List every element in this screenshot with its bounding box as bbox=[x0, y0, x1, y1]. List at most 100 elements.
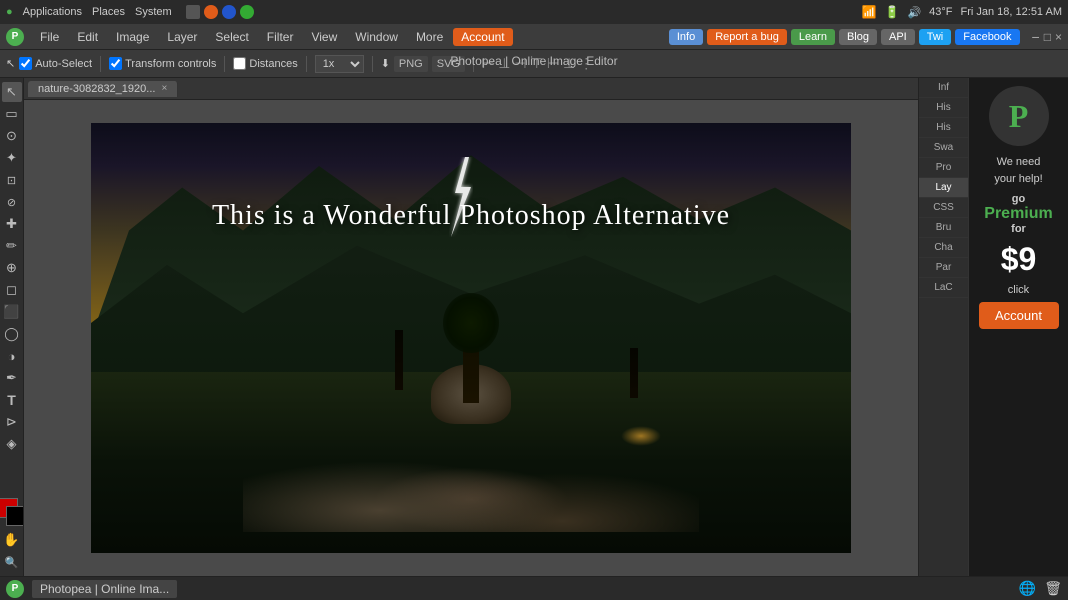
ad-account-button[interactable]: Account bbox=[979, 302, 1059, 329]
panel-tab-par[interactable]: Par bbox=[919, 258, 968, 278]
panel-tab-cha[interactable]: Cha bbox=[919, 238, 968, 258]
tool-heal[interactable]: ✚ bbox=[2, 214, 22, 234]
menu-view[interactable]: View bbox=[303, 28, 345, 46]
win-min[interactable]: − bbox=[1032, 29, 1040, 45]
places-menu[interactable]: Places bbox=[92, 6, 125, 18]
tool-eraser[interactable]: ◻ bbox=[2, 280, 22, 300]
toolbar-sep-1 bbox=[100, 56, 101, 72]
status-icon-2: 🗑 bbox=[1044, 580, 1062, 597]
tool-lasso[interactable]: ⊙ bbox=[2, 126, 22, 146]
ad-headline: We need your help! bbox=[994, 154, 1042, 187]
main-area: ↖ ▭ ⊙ ✦ ⊡ ⊘ ✚ ✏ ⊕ ◻ ⬛ ◯ ◑ ✒ T ⊳ ◈ ✋ 🔍 na… bbox=[0, 78, 1068, 576]
png-btn[interactable]: PNG bbox=[394, 56, 428, 72]
menu-file[interactable]: File bbox=[32, 28, 67, 46]
ad-logo-letter: P bbox=[1009, 98, 1029, 135]
status-bar: P Photopea | Online Ima... 🌐 🗑 bbox=[0, 576, 1068, 600]
tool-dodge[interactable]: ◑ bbox=[2, 346, 22, 366]
panel-tab-lac[interactable]: LaC bbox=[919, 278, 968, 298]
menu-filter[interactable]: Filter bbox=[259, 28, 302, 46]
panel-tab-lay[interactable]: Lay bbox=[919, 178, 968, 198]
app-logo: P bbox=[6, 28, 24, 46]
tool-move[interactable]: ↖ bbox=[2, 82, 22, 102]
menu-right-buttons: Info Report a bug Learn Blog API Twi Fac… bbox=[669, 29, 1062, 45]
canvas-container: This is a Wonderful Photoshop Alternativ… bbox=[24, 100, 918, 576]
tool-marquee[interactable]: ▭ bbox=[2, 104, 22, 124]
applications-menu[interactable]: Applications bbox=[23, 6, 82, 18]
tool-crop[interactable]: ⊡ bbox=[2, 170, 22, 190]
panel-tab-bru[interactable]: Bru bbox=[919, 218, 968, 238]
tool-hand[interactable]: ✋ bbox=[2, 530, 22, 550]
facebook-btn[interactable]: Facebook bbox=[955, 29, 1019, 45]
menu-bar: P File Edit Image Layer Select Filter Vi… bbox=[0, 24, 1068, 50]
status-right: 🌐 🗑 bbox=[1019, 580, 1062, 597]
win-max[interactable]: □ bbox=[1044, 30, 1051, 44]
tool-pen[interactable]: ✒ bbox=[2, 368, 22, 388]
ad-go-label: go bbox=[984, 193, 1052, 205]
tool-brush[interactable]: ✏ bbox=[2, 236, 22, 256]
panel-tab-his1[interactable]: His bbox=[919, 98, 968, 118]
panel-tab-his2[interactable]: His bbox=[919, 118, 968, 138]
ad-click-label: click bbox=[1008, 284, 1029, 296]
taskbar-item[interactable]: Photopea | Online Ima... bbox=[32, 580, 177, 598]
menu-layer[interactable]: Layer bbox=[159, 28, 205, 46]
ad-logo: P bbox=[989, 86, 1049, 146]
tree-left bbox=[395, 330, 403, 390]
tool-clone[interactable]: ⊕ bbox=[2, 258, 22, 278]
twitter-btn[interactable]: Twi bbox=[919, 29, 952, 45]
zoom-select[interactable]: 1x 2x 0.5x bbox=[315, 55, 364, 73]
datetime: Fri Jan 18, 12:51 AM bbox=[961, 6, 1063, 18]
menu-edit[interactable]: Edit bbox=[69, 28, 106, 46]
learn-btn[interactable]: Learn bbox=[791, 29, 835, 45]
report-bug-btn[interactable]: Report a bug bbox=[707, 29, 787, 45]
tool-path[interactable]: ⊳ bbox=[2, 412, 22, 432]
taskbar-icon[interactable]: P bbox=[6, 580, 24, 598]
system-menu[interactable]: System bbox=[135, 6, 172, 18]
system-bar: ● Applications Places System 📶 🔋 🔊 43°F … bbox=[0, 0, 1068, 24]
panel-tab-swa[interactable]: Swa bbox=[919, 138, 968, 158]
background-color[interactable] bbox=[6, 506, 25, 526]
ad-for-label: for bbox=[984, 223, 1052, 235]
distances-checkbox[interactable] bbox=[233, 57, 246, 70]
canvas-overlay-text: This is a Wonderful Photoshop Alternativ… bbox=[91, 200, 851, 232]
auto-select-checkbox[interactable] bbox=[19, 57, 32, 70]
system-bar-right: 📶 🔋 🔊 43°F Fri Jan 18, 12:51 AM bbox=[862, 5, 1062, 19]
blog-btn[interactable]: Blog bbox=[839, 29, 877, 45]
color-fg-bg[interactable] bbox=[0, 498, 24, 526]
tool-fill[interactable]: ⬛ bbox=[2, 302, 22, 322]
tool-shape[interactable]: ◈ bbox=[2, 434, 22, 454]
menu-select[interactable]: Select bbox=[207, 28, 256, 46]
right-panels: Inf His His Swa Pro Lay CSS Bru Cha Par … bbox=[918, 78, 968, 576]
tool-text[interactable]: T bbox=[2, 390, 22, 410]
canvas-image[interactable]: This is a Wonderful Photoshop Alternativ… bbox=[91, 123, 851, 553]
temperature: 43°F bbox=[929, 6, 952, 18]
panel-tab-pro[interactable]: Pro bbox=[919, 158, 968, 178]
tab-label: nature-3082832_1920... bbox=[38, 83, 155, 95]
toolbar-sep-2 bbox=[224, 56, 225, 72]
info-btn[interactable]: Info bbox=[669, 29, 703, 45]
auto-select-label[interactable]: Auto-Select bbox=[19, 57, 92, 70]
transform-controls-label[interactable]: Transform controls bbox=[109, 57, 216, 70]
distances-label[interactable]: Distances bbox=[233, 57, 297, 70]
menu-image[interactable]: Image bbox=[108, 28, 157, 46]
download-icon: ⬇ bbox=[381, 57, 390, 70]
tab-close-btn[interactable]: × bbox=[161, 83, 167, 94]
win-close[interactable]: × bbox=[1055, 30, 1062, 44]
ad-premium-label: Premium bbox=[984, 205, 1052, 223]
tool-zoom[interactable]: 🔍 bbox=[2, 552, 22, 572]
transform-controls-checkbox[interactable] bbox=[109, 57, 122, 70]
status-left: P Photopea | Online Ima... bbox=[6, 580, 177, 598]
api-btn[interactable]: API bbox=[881, 29, 915, 45]
tool-eyedropper[interactable]: ⊘ bbox=[2, 192, 22, 212]
tab-nature[interactable]: nature-3082832_1920... × bbox=[28, 81, 178, 97]
menu-account[interactable]: Account bbox=[453, 28, 512, 46]
system-bar-left: ● Applications Places System bbox=[6, 5, 254, 19]
panel-tab-inf[interactable]: Inf bbox=[919, 78, 968, 98]
menu-more[interactable]: More bbox=[408, 28, 451, 46]
menu-window[interactable]: Window bbox=[347, 28, 406, 46]
toolbar-sep-4 bbox=[372, 56, 373, 72]
tool-magic-wand[interactable]: ✦ bbox=[2, 148, 22, 168]
panel-tab-css[interactable]: CSS bbox=[919, 198, 968, 218]
tool-blur[interactable]: ◯ bbox=[2, 324, 22, 344]
left-tool-panel: ↖ ▭ ⊙ ✦ ⊡ ⊘ ✚ ✏ ⊕ ◻ ⬛ ◯ ◑ ✒ T ⊳ ◈ ✋ 🔍 bbox=[0, 78, 24, 576]
main-tree bbox=[463, 313, 479, 403]
